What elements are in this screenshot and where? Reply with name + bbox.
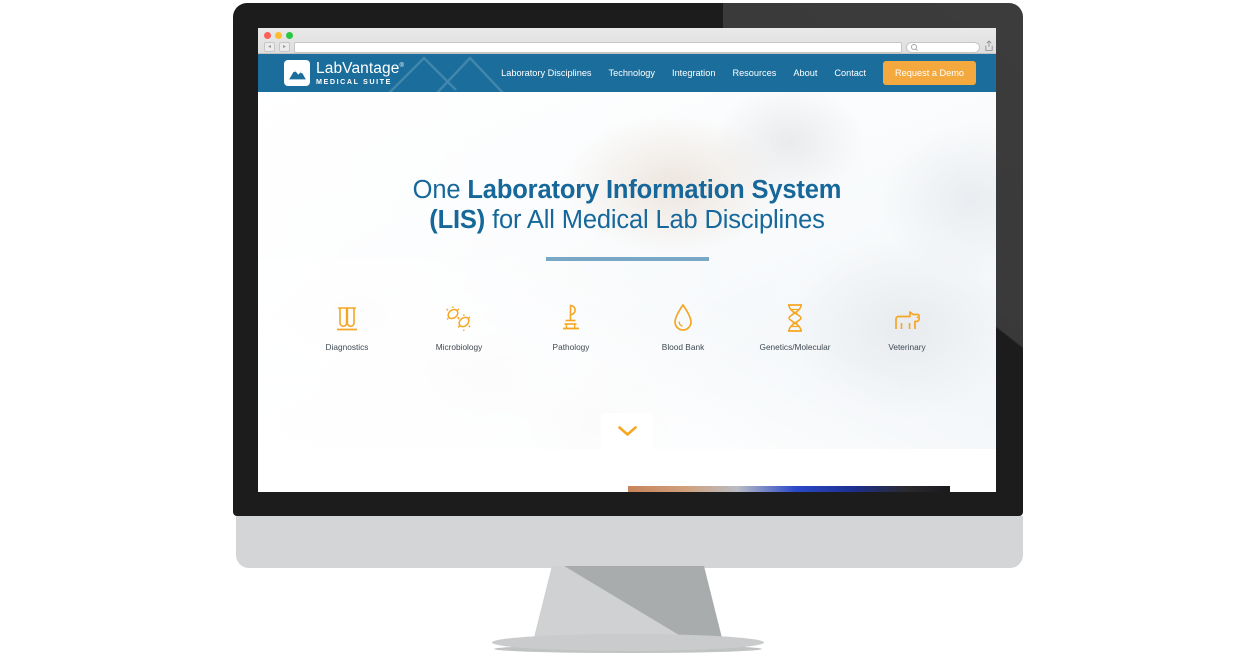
screenshot-stage: ◂ ▸ LabVantage® MEDICAL SUITE Laboratory…: [0, 0, 1256, 657]
headline-bold-abbrev: (LIS): [429, 205, 486, 234]
discipline-genetics-molecular[interactable]: Genetics/Molecular: [739, 301, 851, 352]
window-traffic-lights: [264, 32, 293, 39]
site-navigation-bar: LabVantage® MEDICAL SUITE Laboratory Dis…: [258, 54, 996, 92]
nav-item-about[interactable]: About: [793, 68, 817, 78]
test-tubes-icon: [335, 301, 359, 333]
browser-search-input[interactable]: [906, 41, 980, 53]
next-section-image-strip: [628, 486, 950, 492]
brand-logo[interactable]: LabVantage® MEDICAL SUITE: [284, 60, 404, 86]
nav-item-contact[interactable]: Contact: [834, 68, 866, 78]
browser-toolbar: ◂ ▸: [258, 40, 996, 54]
minimize-button[interactable]: [275, 32, 282, 39]
address-input[interactable]: [294, 41, 902, 53]
nav-item-laboratory-disciplines[interactable]: Laboratory Disciplines: [501, 68, 591, 78]
discipline-label: Diagnostics: [325, 342, 369, 352]
chevron-down-icon: [617, 426, 637, 436]
headline-part-one: One: [412, 176, 468, 204]
headline-bold-lis: Laboratory Information System: [467, 176, 842, 204]
trademark-symbol: ®: [399, 62, 404, 69]
below-fold-area: [258, 449, 996, 492]
microscope-icon: [558, 301, 584, 333]
blood-drop-icon: [672, 301, 694, 333]
back-button[interactable]: ◂: [264, 42, 275, 52]
logo-mark-icon: [284, 60, 310, 86]
discipline-label: Blood Bank: [661, 342, 705, 352]
primary-nav: Laboratory Disciplines Technology Integr…: [501, 61, 996, 85]
discipline-pathology[interactable]: Pathology: [515, 301, 627, 352]
nav-item-integration[interactable]: Integration: [672, 68, 715, 78]
hero-headline: One Laboratory Information System (LIS) f…: [258, 176, 996, 235]
zoom-button[interactable]: [286, 32, 293, 39]
mountain-logo-icon: [288, 69, 306, 79]
discipline-label: Genetics/Molecular: [759, 342, 831, 352]
scroll-down-button[interactable]: [600, 413, 654, 449]
discipline-microbiology[interactable]: Microbiology: [403, 301, 515, 352]
forward-button[interactable]: ▸: [279, 42, 290, 52]
nav-item-technology[interactable]: Technology: [609, 68, 655, 78]
headline-part-two: for All Medical Lab Disciplines: [485, 205, 825, 234]
discipline-list: Diagnostics Microbiology Pathology Blood…: [258, 301, 996, 352]
discipline-label: Pathology: [552, 342, 590, 352]
brand-text: LabVantage® MEDICAL SUITE: [316, 59, 404, 87]
hero-content: One Laboratory Information System (LIS) f…: [258, 92, 996, 352]
share-icon[interactable]: [984, 40, 994, 52]
hero-section: One Laboratory Information System (LIS) f…: [258, 92, 996, 449]
monitor-chin: [236, 516, 1023, 568]
bacteria-icon: [444, 301, 474, 333]
monitor-screen: ◂ ▸ LabVantage® MEDICAL SUITE Laboratory…: [258, 28, 996, 492]
discipline-label: Veterinary: [888, 342, 926, 352]
dna-icon: [783, 301, 807, 333]
search-icon: [911, 44, 917, 50]
monitor-stand-base: [492, 634, 764, 651]
brand-name: LabVantage®: [316, 59, 404, 77]
brand-name-text: LabVantage: [316, 59, 400, 77]
browser-chrome: ◂ ▸: [258, 28, 996, 54]
brand-subtitle: MEDICAL SUITE: [316, 77, 392, 87]
monitor-stand-highlight: [533, 566, 723, 642]
request-demo-button[interactable]: Request a Demo: [883, 61, 976, 85]
headline-accent-rule: [545, 257, 709, 261]
discipline-veterinary[interactable]: Veterinary: [851, 301, 963, 352]
dog-icon: [893, 301, 921, 333]
close-button[interactable]: [264, 32, 271, 39]
discipline-diagnostics[interactable]: Diagnostics: [291, 301, 403, 352]
discipline-blood-bank[interactable]: Blood Bank: [627, 301, 739, 352]
nav-item-resources[interactable]: Resources: [732, 68, 776, 78]
discipline-label: Microbiology: [435, 342, 483, 352]
